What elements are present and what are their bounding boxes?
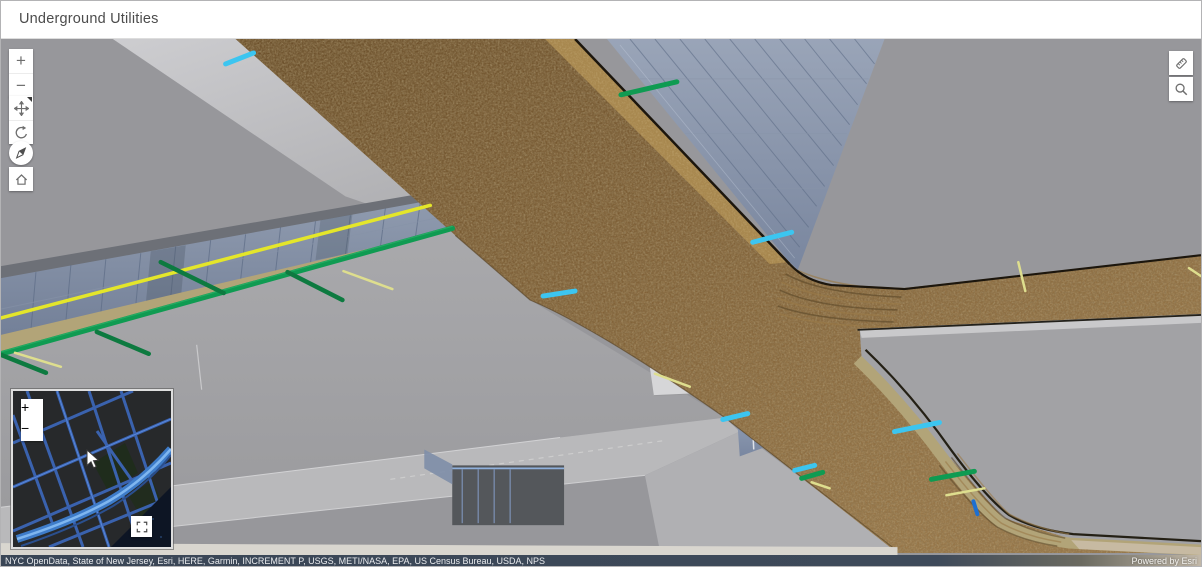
- pan-button[interactable]: [9, 96, 33, 120]
- scene-view[interactable]: + − + − NYC OpenData, State of New Jerse…: [1, 39, 1201, 566]
- attribution-sources: NYC OpenData, State of New Jersey, Esri,…: [5, 555, 545, 566]
- page-title: Underground Utilities: [19, 11, 159, 27]
- minus-icon: −: [21, 420, 30, 436]
- overview-expand-button[interactable]: [131, 516, 152, 537]
- app-window: Underground Utilities + − + − NYC OpenDa…: [0, 0, 1202, 567]
- navigation-toggle-control: [9, 96, 33, 144]
- attribution-bar: NYC OpenData, State of New Jersey, Esri,…: [1, 555, 1201, 566]
- home-icon: [15, 173, 27, 185]
- search-icon: [1175, 83, 1187, 95]
- zoom-control: + −: [9, 49, 33, 97]
- app-header: Underground Utilities: [1, 1, 1201, 39]
- rotate-icon: [15, 125, 27, 139]
- plus-icon: +: [21, 399, 30, 415]
- scene-3d-canvas[interactable]: [1, 39, 1201, 566]
- compass-button[interactable]: [9, 141, 33, 165]
- minus-icon: −: [16, 75, 26, 95]
- zoom-in-button[interactable]: +: [9, 49, 33, 73]
- overview-zoom-out-button[interactable]: −: [21, 420, 43, 441]
- plus-icon: +: [16, 51, 26, 70]
- compass-needle-icon: [15, 147, 27, 159]
- expand-icon: [136, 521, 147, 532]
- measure-button[interactable]: [1169, 51, 1193, 75]
- powered-by-esri: Powered by Esri: [1131, 555, 1197, 566]
- search-button[interactable]: [1169, 77, 1193, 101]
- pan-arrows-icon: [13, 100, 29, 116]
- home-button[interactable]: [9, 167, 33, 191]
- overview-map[interactable]: + −: [11, 389, 173, 549]
- measure-ruler-icon: [1175, 57, 1187, 69]
- zoom-out-button[interactable]: −: [9, 73, 33, 97]
- corner-flag-icon: [27, 97, 32, 102]
- overview-zoom-in-button[interactable]: +: [21, 399, 43, 420]
- mouse-cursor: [86, 449, 100, 469]
- overview-zoom-control: + −: [21, 399, 43, 441]
